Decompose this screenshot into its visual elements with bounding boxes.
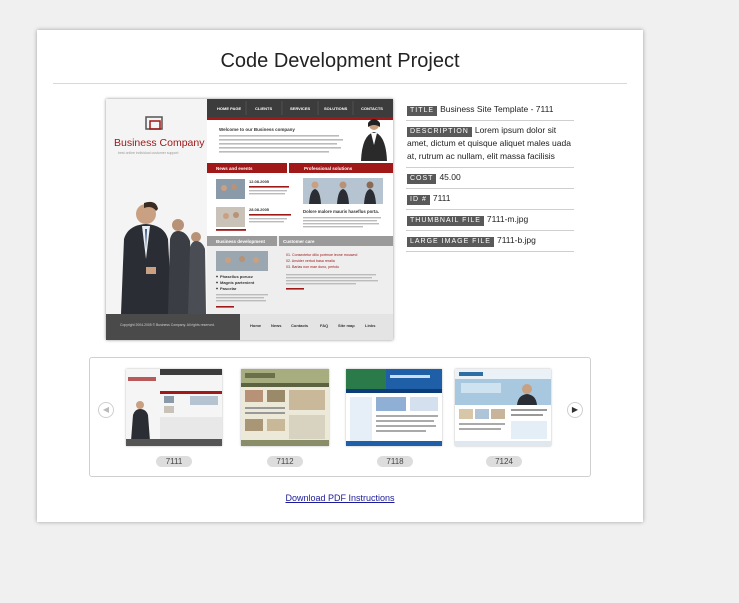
- preview-footer-6: Links: [365, 323, 376, 328]
- preview-section-solutions: Professional solutions: [304, 166, 353, 171]
- preview-care-link-2: 02. Ansider vertud basa reralia: [286, 259, 335, 263]
- detail-title: TITLE Business Site Template - 7111: [406, 100, 574, 121]
- carousel-thumbnail-2[interactable]: [241, 369, 329, 446]
- detail-cost: COST 45.00: [406, 168, 574, 189]
- detail-description-label: DESCRIPTION: [407, 127, 472, 137]
- preview-footer-1: Home: [250, 323, 262, 328]
- preview-section-care: Customer care: [283, 239, 315, 244]
- detail-large-image-label: LARGE IMAGE FILE: [407, 237, 494, 247]
- carousel-label-3: 7118: [377, 456, 413, 467]
- title-divider: [53, 83, 627, 84]
- preview-footer-4: FAQ: [320, 323, 328, 328]
- carousel-thumbnail-3[interactable]: [346, 369, 442, 446]
- carousel-thumbnail-4[interactable]: [455, 369, 551, 446]
- detail-thumbnail-file: THUMBNAIL FILE 7111-m.jpg: [406, 210, 574, 231]
- detail-id: ID #7111: [406, 189, 574, 210]
- preview-bullet-2: Magnis partenient: [220, 280, 255, 285]
- download-pdf-link[interactable]: Download PDF Instructions: [285, 493, 394, 503]
- page-title: Code Development Project: [220, 50, 460, 72]
- carousel-label-1: 7111: [156, 456, 192, 467]
- carousel-label-4: 7124: [486, 456, 522, 467]
- preview-solution-heading: Dolore malore mauris haseflus porta.: [303, 209, 379, 214]
- detail-large-image-file: LARGE IMAGE FILE 7111-b.jpg: [406, 231, 574, 252]
- preview-section-bizdev: Business development: [216, 239, 266, 244]
- detail-id-label: ID #: [407, 195, 430, 205]
- carousel-thumbnail-1[interactable]: [126, 369, 222, 446]
- detail-cost-label: COST: [407, 174, 437, 184]
- preview-footer-5: Site map: [338, 323, 355, 328]
- preview-footer-2: News: [271, 323, 282, 328]
- detail-description: DESCRIPTION Lorem ipsum dolor sit amet, d…: [406, 121, 574, 168]
- chevron-left-icon[interactable]: ◀: [98, 402, 114, 418]
- detail-id-value: 7111: [432, 193, 451, 203]
- detail-cost-value: 45.00: [439, 172, 461, 182]
- preview-footer-3: Contacts: [291, 323, 309, 328]
- preview-news-date-2: 28.08.2005: [249, 207, 270, 212]
- preview-bullet-3: Pascelar: [220, 286, 237, 291]
- preview-section-news: News and events: [216, 166, 253, 171]
- preview-bullet-1: Phasellus porucz: [220, 274, 253, 279]
- preview-nav-3: SERVICES: [290, 106, 310, 111]
- download-link-container: Download PDF Instructions: [37, 493, 643, 503]
- preview-care-link-3: 03. Barlas non mae duno, pertolu: [286, 265, 339, 269]
- preview-care-link-1: 01. Consectetur dilio portmoe leone mouw…: [286, 253, 357, 257]
- preview-news-date-1: 12.08.2005: [249, 179, 270, 184]
- preview-nav-5: CONTACTS: [361, 106, 383, 111]
- detail-title-label: TITLE: [407, 106, 438, 116]
- thumbnail-carousel: ◀ ▶ 7111 7112 7118 7124: [89, 357, 591, 477]
- preview-tagline: best online individual customer support: [118, 151, 179, 155]
- template-details: TITLE Business Site Template - 7111 DESCR…: [406, 100, 574, 252]
- preview-nav-4: SOLUTIONS: [324, 106, 348, 111]
- preview-brand: Business Company: [114, 137, 205, 149]
- chevron-right-icon[interactable]: ▶: [567, 402, 583, 418]
- carousel-label-2: 7112: [267, 456, 303, 467]
- detail-title-value: Business Site Template - 7111: [440, 104, 554, 114]
- preview-nav-2: CLIENTS: [255, 106, 272, 111]
- preview-nav-1: HOME PAGE: [217, 106, 241, 111]
- project-card: Code Development Project Business Compan…: [37, 30, 643, 522]
- detail-thumbnail-value: 7111-m.jpg: [486, 214, 529, 224]
- detail-thumbnail-label: THUMBNAIL FILE: [407, 216, 484, 226]
- preview-copyright: Copyright 2004-2005 © Business Company. …: [120, 323, 215, 327]
- preview-welcome: Welcome to our Business company: [219, 127, 295, 132]
- template-preview-image[interactable]: Business Company best online individual …: [106, 99, 393, 340]
- detail-large-image-value: 7111-b.jpg: [496, 235, 536, 245]
